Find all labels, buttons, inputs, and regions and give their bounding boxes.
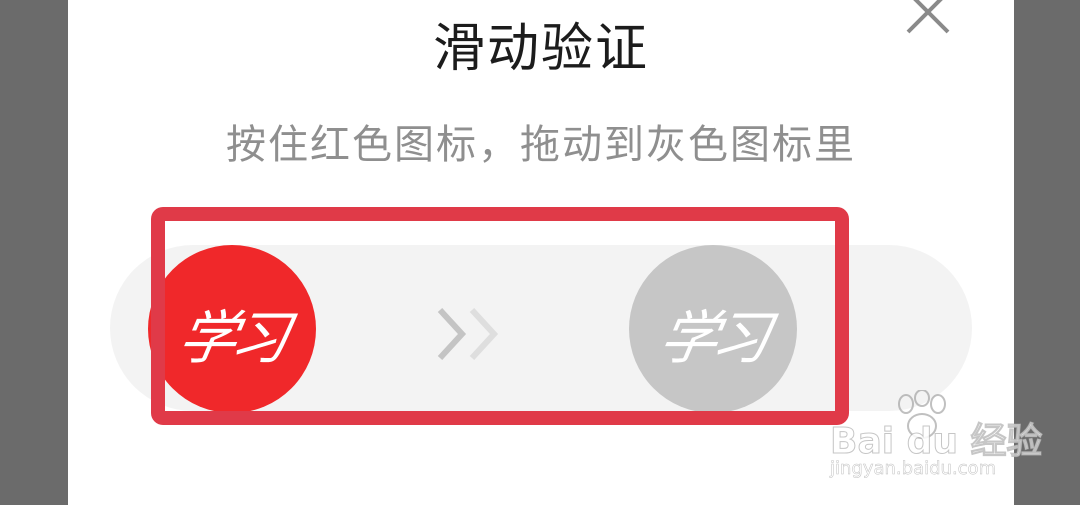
- slider-handle[interactable]: 学习: [148, 245, 316, 413]
- instruction-text: 按住红色图标，拖动到灰色图标里: [226, 122, 856, 168]
- watermark-url: jingyan.baidu.com: [830, 458, 997, 480]
- watermark-brand: Bai du 经验: [830, 421, 1044, 463]
- dialog-title: 滑动验证: [432, 19, 649, 79]
- watermark: Bai du 经验 jingyan.baidu.com: [830, 390, 1043, 490]
- drop-target: 学习: [629, 245, 797, 413]
- handle-logo-text: 学习: [173, 304, 290, 372]
- double-chevron-right-icon: [432, 304, 512, 364]
- close-icon[interactable]: [902, 0, 954, 38]
- target-logo-text: 学习: [654, 304, 771, 372]
